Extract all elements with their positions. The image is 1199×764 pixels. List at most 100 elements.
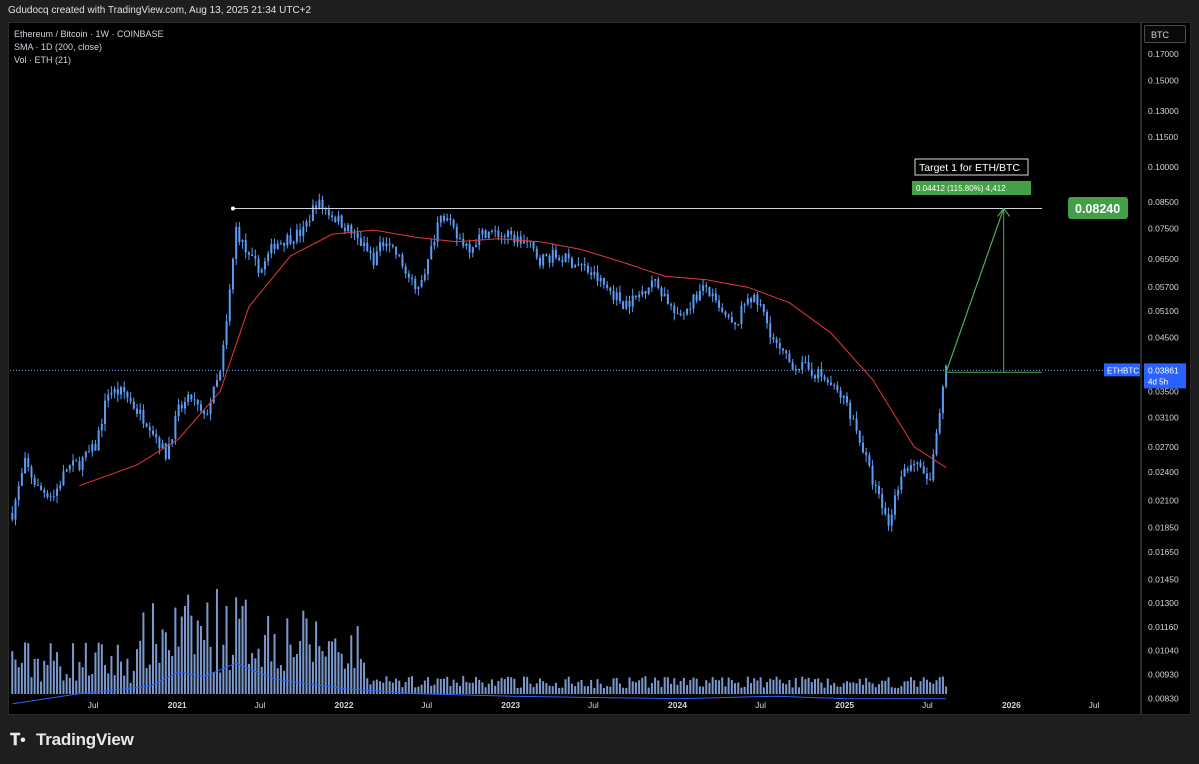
volume-bar	[682, 677, 685, 694]
candle-body	[116, 388, 119, 395]
candle-body	[449, 218, 452, 220]
candle-body	[430, 245, 433, 260]
candle-body	[689, 308, 692, 310]
y-tick-label: 0.13000	[1148, 106, 1179, 116]
candle-body	[404, 266, 407, 274]
candle-body	[471, 247, 474, 253]
candle-body	[570, 258, 573, 268]
volume-bar	[510, 677, 513, 694]
candle-body	[321, 199, 324, 209]
volume-bar	[794, 677, 797, 694]
candle-body	[84, 451, 87, 458]
candle-body	[513, 234, 516, 243]
candle-body	[583, 264, 586, 266]
candle-body	[638, 294, 641, 298]
candle-body	[615, 292, 618, 301]
volume-bar	[602, 687, 605, 694]
volume-bar	[193, 654, 196, 694]
volume-bar	[104, 665, 107, 694]
volume-bar	[350, 635, 353, 694]
candle-body	[909, 465, 912, 471]
volume-bar	[414, 687, 417, 694]
x-tick-label: Jul	[755, 700, 766, 710]
volume-bar	[420, 684, 423, 694]
candle-body	[785, 350, 788, 354]
volume-bar	[219, 672, 222, 694]
candle-body	[609, 287, 612, 291]
candle-body	[654, 279, 657, 281]
volume-bar	[311, 661, 314, 694]
volume-bar	[941, 676, 944, 694]
candle-body	[906, 468, 909, 471]
candle-body	[925, 473, 928, 479]
volume-bar	[750, 683, 753, 694]
candle-body	[718, 300, 721, 308]
volume-bar	[558, 687, 561, 694]
volume-bar	[180, 616, 183, 694]
volume-bar	[609, 686, 612, 694]
volume-bar	[267, 615, 270, 694]
candle-body	[775, 339, 778, 344]
tradingview-brand[interactable]: 𝐓• TradingView	[10, 730, 134, 750]
candle-body	[855, 418, 858, 431]
footer	[0, 715, 1199, 764]
volume-bar	[353, 667, 356, 694]
candle-body	[487, 231, 490, 238]
horizontal-line-anchor[interactable]	[230, 206, 235, 211]
volume-bar	[644, 676, 647, 694]
candle-body	[548, 255, 551, 263]
volume-bar	[407, 677, 410, 694]
volume-legend[interactable]: Vol · ETH (21)	[14, 54, 164, 67]
candle-body	[366, 242, 369, 251]
volume-bar	[570, 683, 573, 694]
candle-body	[100, 423, 103, 431]
volume-bar	[52, 660, 55, 694]
target-measure-tool[interactable]	[945, 207, 1043, 373]
volume-bar	[900, 686, 903, 694]
candle-body	[634, 295, 637, 298]
volume-bar	[526, 677, 529, 694]
volume-bar	[263, 635, 266, 694]
volume-bar	[625, 687, 628, 694]
volume-bar	[449, 686, 452, 694]
candle-body	[839, 390, 842, 398]
volume-bar	[446, 676, 449, 694]
volume-bar	[522, 676, 525, 694]
candle-body	[599, 277, 602, 282]
volume-bar	[75, 680, 78, 694]
eth-btc-chart[interactable]: 0.17000 0.15000 0.13000 0.11500 0.10000 0.085…	[0, 0, 1199, 764]
candle-body	[676, 313, 679, 315]
volume-bar	[724, 686, 727, 694]
volume-bar	[11, 651, 14, 694]
candle-body	[871, 465, 874, 485]
volume-bar	[810, 682, 813, 694]
candle-body	[641, 291, 644, 295]
candle-body	[334, 217, 337, 222]
candle-body	[475, 245, 478, 248]
sma-legend[interactable]: SMA · 1D (200, close)	[14, 41, 164, 54]
candle-body	[481, 230, 484, 235]
y-tick-label: 0.03100	[1148, 412, 1179, 422]
volume-bar	[868, 682, 871, 694]
y-tick-label: 0.01450	[1148, 575, 1179, 585]
volume-bar	[679, 681, 682, 694]
candle-body	[455, 226, 458, 239]
volume-bar	[49, 643, 52, 694]
symbol-legend[interactable]: Ethereum / Bitcoin · 1W · COINBASE	[14, 28, 164, 41]
candle-body	[941, 386, 944, 414]
y-tick-label: 0.01650	[1148, 547, 1179, 557]
candle-body	[897, 489, 900, 496]
volume-bar	[548, 685, 551, 694]
candle-body	[24, 457, 27, 474]
candle-body	[506, 231, 509, 237]
tradingview-logo-icon: 𝐓•	[10, 732, 26, 749]
volume-bar	[455, 682, 458, 694]
candle-body	[577, 264, 580, 266]
candle-body	[356, 232, 359, 239]
volume-bar	[833, 682, 836, 694]
y-tick-label: 0.05700	[1148, 282, 1179, 292]
current-price-value: 0.03861	[1148, 365, 1179, 375]
candle-body	[858, 430, 861, 443]
candle-body	[772, 337, 775, 340]
candle-body	[151, 430, 154, 435]
